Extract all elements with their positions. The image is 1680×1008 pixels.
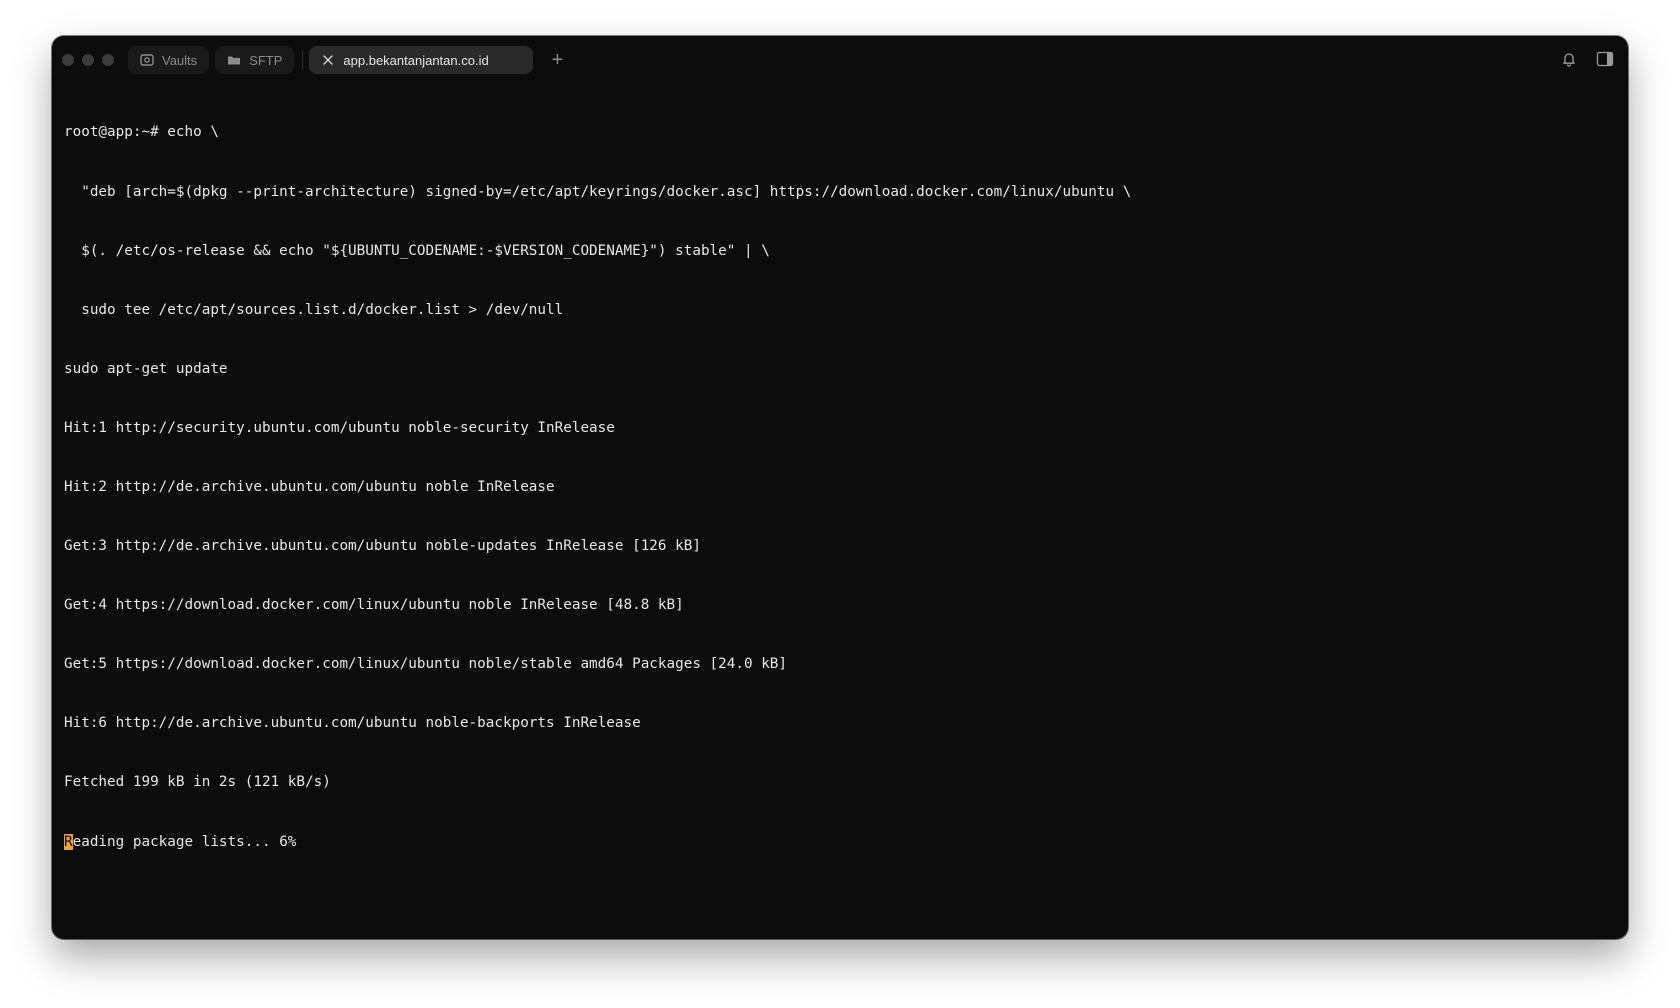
terminal-line: Hit:1 http://security.ubuntu.com/ubuntu … xyxy=(64,419,615,436)
tab-label: SFTP xyxy=(249,52,283,68)
terminal-line: Hit:6 http://de.archive.ubuntu.com/ubunt… xyxy=(64,715,641,732)
terminal-window: Vaults SFTP app.bekantanjantan.co.id + r… xyxy=(52,36,1628,939)
terminal-line: "deb [arch=$(dpkg --print-architecture) … xyxy=(64,183,1132,200)
terminal-line: Get:4 https://download.docker.com/linux/… xyxy=(64,597,684,614)
tab-separator xyxy=(302,50,304,70)
terminal-line: sudo tee /etc/apt/sources.list.d/docker.… xyxy=(64,301,564,318)
folder-icon xyxy=(227,53,241,67)
terminal-line: $(. /etc/os-release && echo "${UBUNTU_CO… xyxy=(64,242,770,259)
terminal-line: Hit:2 http://de.archive.ubuntu.com/ubunt… xyxy=(64,478,555,495)
tab-label: app.bekantanjantan.co.id xyxy=(343,52,489,68)
bell-icon[interactable] xyxy=(1560,50,1578,68)
terminal-cursor: R xyxy=(64,833,73,850)
window-controls xyxy=(62,54,114,66)
terminal-line: sudo apt-get update xyxy=(64,360,228,377)
terminal-line: Get:3 http://de.archive.ubuntu.com/ubunt… xyxy=(64,538,701,555)
terminal-line: Get:5 https://download.docker.com/linux/… xyxy=(64,656,788,673)
maximize-window-button[interactable] xyxy=(102,54,114,66)
sidebar-toggle-icon[interactable] xyxy=(1596,50,1614,68)
minimize-window-button[interactable] xyxy=(82,54,94,66)
terminal-line: Fetched 199 kB in 2s (121 kB/s) xyxy=(64,774,331,791)
terminal-line-text: eading package lists... 6% xyxy=(72,833,297,850)
toolbar-right xyxy=(1560,50,1614,68)
close-window-button[interactable] xyxy=(62,54,74,66)
terminal-output[interactable]: root@app:~# echo \ "deb [arch=$(dpkg --p… xyxy=(64,84,1616,927)
terminal-line-current: Reading package lists... 6% xyxy=(64,833,1616,853)
close-icon[interactable] xyxy=(321,53,335,67)
title-bar: Vaults SFTP app.bekantanjantan.co.id + xyxy=(52,36,1628,84)
tab-active-session[interactable]: app.bekantanjantan.co.id xyxy=(309,46,534,74)
tab-label: Vaults xyxy=(162,52,198,68)
tab-vaults[interactable]: Vaults xyxy=(128,46,210,74)
terminal-line: root@app:~# echo \ xyxy=(64,124,219,141)
new-tab-button[interactable]: + xyxy=(547,49,567,71)
vault-icon xyxy=(140,53,154,67)
tab-sftp[interactable]: SFTP xyxy=(215,46,295,74)
